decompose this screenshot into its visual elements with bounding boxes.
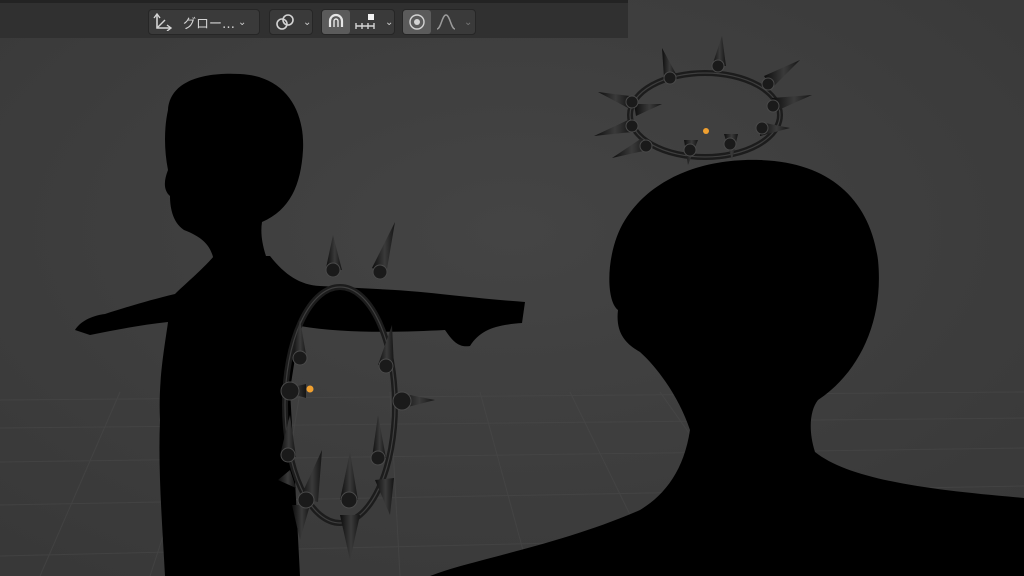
chevron-down-icon: ⌄ bbox=[303, 16, 312, 28]
viewport-header: グロー… ⌄ ⌄ ⌄ ⌄ bbox=[0, 0, 628, 38]
smooth-falloff-icon[interactable] bbox=[431, 10, 461, 34]
snap-increment-icon[interactable] bbox=[350, 10, 382, 34]
transform-orientation-icon bbox=[149, 10, 177, 34]
chevron-down-icon: ⌄ bbox=[464, 16, 473, 28]
viewport-canvas[interactable] bbox=[0, 0, 1024, 576]
origin-point-left bbox=[306, 385, 314, 393]
pivot-link-icon bbox=[270, 10, 300, 34]
origin-point-right bbox=[703, 128, 709, 134]
proportional-edit-icon[interactable] bbox=[403, 10, 431, 34]
pivot-point-dropdown[interactable]: ⌄ bbox=[269, 9, 313, 35]
snapping-group: ⌄ bbox=[321, 9, 395, 35]
proportional-editing-group: ⌄ bbox=[402, 9, 476, 35]
transform-orientation-dropdown[interactable]: グロー… ⌄ bbox=[148, 9, 260, 35]
chevron-down-icon: ⌄ bbox=[238, 16, 247, 28]
magnet-icon[interactable] bbox=[322, 10, 350, 34]
chevron-down-icon: ⌄ bbox=[385, 16, 394, 28]
transform-orientation-label: グロー… bbox=[183, 16, 236, 32]
3d-viewport[interactable] bbox=[0, 0, 1024, 576]
